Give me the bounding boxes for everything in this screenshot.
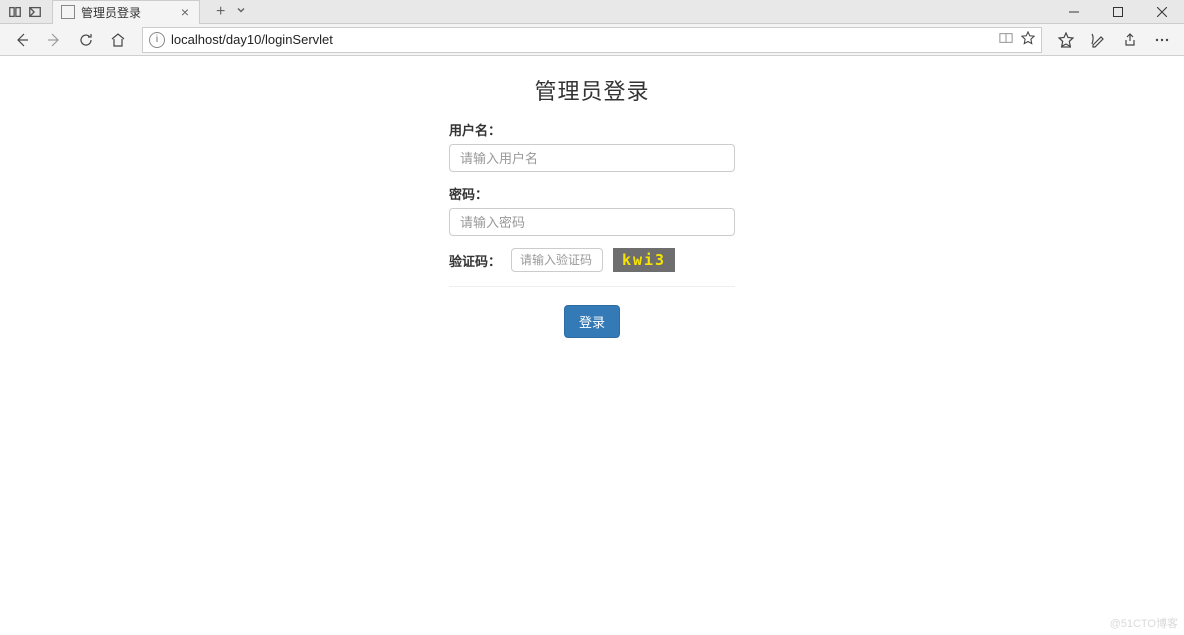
new-tab-area: + [206, 3, 257, 21]
reading-view-icon[interactable] [999, 31, 1013, 48]
home-button[interactable] [104, 26, 132, 54]
toolbar-right [1052, 26, 1176, 54]
browser-toolbar: i [0, 24, 1184, 56]
notes-icon[interactable] [1084, 26, 1112, 54]
new-tab-icon[interactable]: + [216, 3, 225, 21]
maximize-button[interactable] [1096, 0, 1140, 24]
close-button[interactable] [1140, 0, 1184, 24]
page-icon [61, 5, 75, 19]
browser-tab[interactable]: 管理员登录 × [52, 0, 200, 24]
share-icon[interactable] [1116, 26, 1144, 54]
url-input[interactable] [171, 32, 993, 47]
tab-close-icon[interactable]: × [181, 4, 189, 20]
password-label: 密码： [449, 184, 735, 203]
username-label: 用户名： [449, 120, 735, 139]
tab-aside-icon[interactable] [28, 5, 42, 19]
more-icon[interactable] [1148, 26, 1176, 54]
password-group: 密码： [449, 184, 735, 236]
titlebar-left: 管理员登录 × + [0, 0, 257, 24]
tab-title: 管理员登录 [81, 4, 175, 21]
minimize-button[interactable] [1052, 0, 1096, 24]
page-title: 管理员登录 [449, 74, 735, 106]
username-input[interactable] [449, 144, 735, 172]
favorites-list-icon[interactable] [1052, 26, 1080, 54]
page-content: 管理员登录 用户名： 密码： 验证码： kwi3 登录 [0, 56, 1184, 338]
captcha-group: 验证码： kwi3 [449, 248, 735, 287]
tab-preview-icon[interactable] [8, 5, 22, 19]
address-bar-actions [999, 31, 1035, 48]
watermark: @51CTO博客 [1110, 615, 1178, 631]
captcha-image[interactable]: kwi3 [613, 248, 675, 272]
address-bar[interactable]: i [142, 27, 1042, 53]
site-info-icon[interactable]: i [149, 32, 165, 48]
captcha-label: 验证码： [449, 251, 501, 270]
login-button[interactable]: 登录 [564, 305, 620, 338]
window-titlebar: 管理员登录 × + [0, 0, 1184, 24]
back-button[interactable] [8, 26, 36, 54]
forward-button[interactable] [40, 26, 68, 54]
window-controls [1052, 0, 1184, 24]
username-group: 用户名： [449, 120, 735, 172]
login-form: 管理员登录 用户名： 密码： 验证码： kwi3 登录 [449, 74, 735, 338]
password-input[interactable] [449, 208, 735, 236]
tab-chevron-icon[interactable] [235, 4, 247, 19]
refresh-button[interactable] [72, 26, 100, 54]
button-row: 登录 [449, 305, 735, 338]
captcha-input[interactable] [511, 248, 603, 272]
favorite-icon[interactable] [1021, 31, 1035, 48]
